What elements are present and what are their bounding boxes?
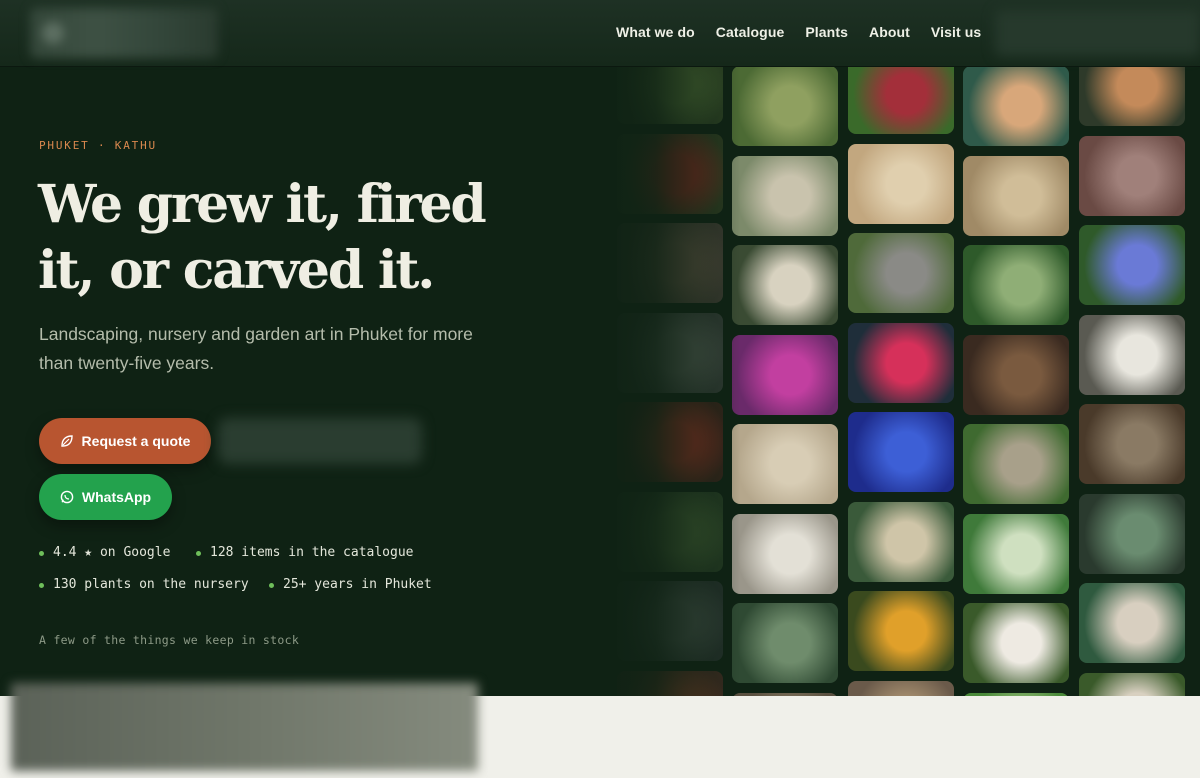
- secondary-button-redacted[interactable]: [218, 418, 422, 464]
- tile-bougainvillea: [732, 334, 838, 415]
- tile-carved-stone: [732, 424, 838, 504]
- title-line-1: We grew it, fired: [38, 174, 487, 235]
- nav-catalogue[interactable]: Catalogue: [716, 24, 785, 40]
- gallery-caption: A few of the things we keep in stock: [39, 633, 300, 647]
- tile-carved-wall: [963, 155, 1069, 236]
- tile-wood-slabs: [1079, 404, 1185, 484]
- tile-dark-pot: [617, 581, 723, 661]
- tile-pebble-panel: [732, 513, 838, 594]
- nav-visit-us[interactable]: Visit us: [931, 24, 981, 40]
- site-logo[interactable]: [30, 8, 218, 58]
- tile-monkey-statues: [1079, 583, 1185, 663]
- tile-papaya: [848, 591, 954, 671]
- whatsapp-button[interactable]: WhatsApp: [39, 474, 172, 520]
- tile-stone-planter: [963, 424, 1069, 504]
- tile-palm-trees: [1079, 493, 1185, 574]
- tile-terracotta-bowl: [963, 66, 1069, 146]
- tile-round-stone: [1079, 314, 1185, 395]
- leaf-icon: [60, 434, 74, 448]
- tile-green-tall: [963, 692, 1069, 696]
- main-nav: What we do Catalogue Plants About Visit …: [616, 24, 981, 40]
- tile-cactus: [732, 603, 838, 683]
- tile-green-foliage: [732, 66, 838, 146]
- tile-morning-glory: [1079, 225, 1185, 305]
- tile-brown-pots: [963, 334, 1069, 415]
- tile-bowl: [732, 692, 838, 696]
- whatsapp-icon: [60, 490, 74, 504]
- tile-ceramic-pot: [617, 223, 723, 303]
- hero-section: What we do Catalogue Plants About Visit …: [0, 0, 1200, 696]
- request-quote-label: Request a quote: [81, 433, 191, 449]
- product-gallery: [615, 44, 1200, 696]
- tile-glazed-pots: [848, 501, 954, 582]
- tile-stone-post: [1079, 672, 1185, 696]
- stat-nursery-plants: 130 plants on the nursery: [39, 577, 249, 592]
- hero-subtitle: Landscaping, nursery and garden art in P…: [39, 324, 473, 373]
- page-title: We grew it, fired it, or carved it.: [38, 172, 508, 304]
- site-header: What we do Catalogue Plants About Visit …: [0, 0, 1200, 67]
- nav-about[interactable]: About: [869, 24, 910, 40]
- stat-google-rating: 4.4 ★ on Google: [39, 545, 170, 560]
- tile-heliconia: [617, 133, 723, 214]
- tile-palms: [963, 245, 1069, 325]
- tile-stone-statue: [732, 155, 838, 236]
- tile-white-lantern: [963, 603, 1069, 683]
- request-quote-button[interactable]: Request a quote: [39, 418, 211, 464]
- stat-catalogue-items: 128 items in the catalogue: [196, 545, 414, 560]
- tile-wood-panel: [1079, 135, 1185, 216]
- stat-years: 25+ years in Phuket: [269, 577, 432, 592]
- nav-what-we-do[interactable]: What we do: [616, 24, 695, 40]
- tile-carved-relief: [848, 680, 954, 696]
- tile-relief-panel: [848, 143, 954, 224]
- tile-red-leaves: [617, 670, 723, 696]
- header-cta-redacted[interactable]: [995, 10, 1200, 56]
- nav-plants[interactable]: Plants: [805, 24, 848, 40]
- tile-statue-garden: [848, 233, 954, 313]
- tile-caladium: [963, 513, 1069, 594]
- tile-stone-lanterns: [732, 245, 838, 325]
- tile-red-heliconia: [617, 402, 723, 482]
- tile-shrubs: [617, 491, 723, 572]
- tile-banana-flower: [848, 322, 954, 403]
- location-eyebrow: PHUKET · KATHU: [39, 139, 157, 152]
- whatsapp-label: WhatsApp: [81, 489, 152, 505]
- title-line-2: it, or carved it.: [38, 240, 435, 301]
- tile-blue-pot: [848, 412, 954, 492]
- redacted-panel: [11, 683, 478, 771]
- tile-grey-pot: [617, 312, 723, 393]
